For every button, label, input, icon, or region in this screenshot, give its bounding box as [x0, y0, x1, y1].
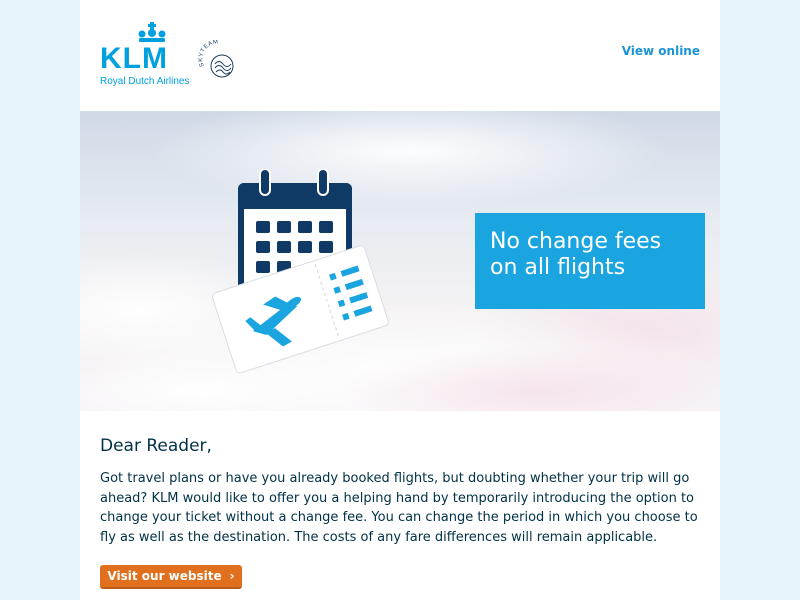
- email-header: KLM Royal Dutch Airlines SKYTEAM View on…: [80, 0, 720, 111]
- skyteam-logo-icon: SKYTEAM: [198, 40, 234, 78]
- promo-headline: No change fees on all flights: [490, 229, 700, 281]
- logo-wordmark: KLM: [100, 42, 168, 75]
- body-paragraph: Got travel plans or have you already boo…: [100, 471, 698, 545]
- crown-icon: [138, 22, 166, 42]
- chevron-right-icon: ›: [229, 569, 235, 583]
- promo-line-1: No change fees: [490, 229, 662, 254]
- email-container: KLM Royal Dutch Airlines SKYTEAM View on…: [80, 0, 720, 600]
- visit-website-label: Visit our website: [107, 569, 222, 583]
- hero-banner: No change fees on all flights: [80, 111, 720, 411]
- visit-website-button[interactable]: Visit our website ›: [100, 565, 242, 589]
- promo-box: No change fees on all flights: [475, 213, 705, 309]
- view-online-link[interactable]: View online: [622, 44, 700, 58]
- promo-line-2: on all flights: [490, 255, 626, 280]
- greeting: Dear Reader,: [100, 436, 212, 456]
- klm-logo[interactable]: KLM Royal Dutch Airlines SKYTEAM: [100, 22, 240, 92]
- calendar-ticket-icon: [211, 169, 389, 374]
- logo-subtitle: Royal Dutch Airlines: [100, 76, 190, 87]
